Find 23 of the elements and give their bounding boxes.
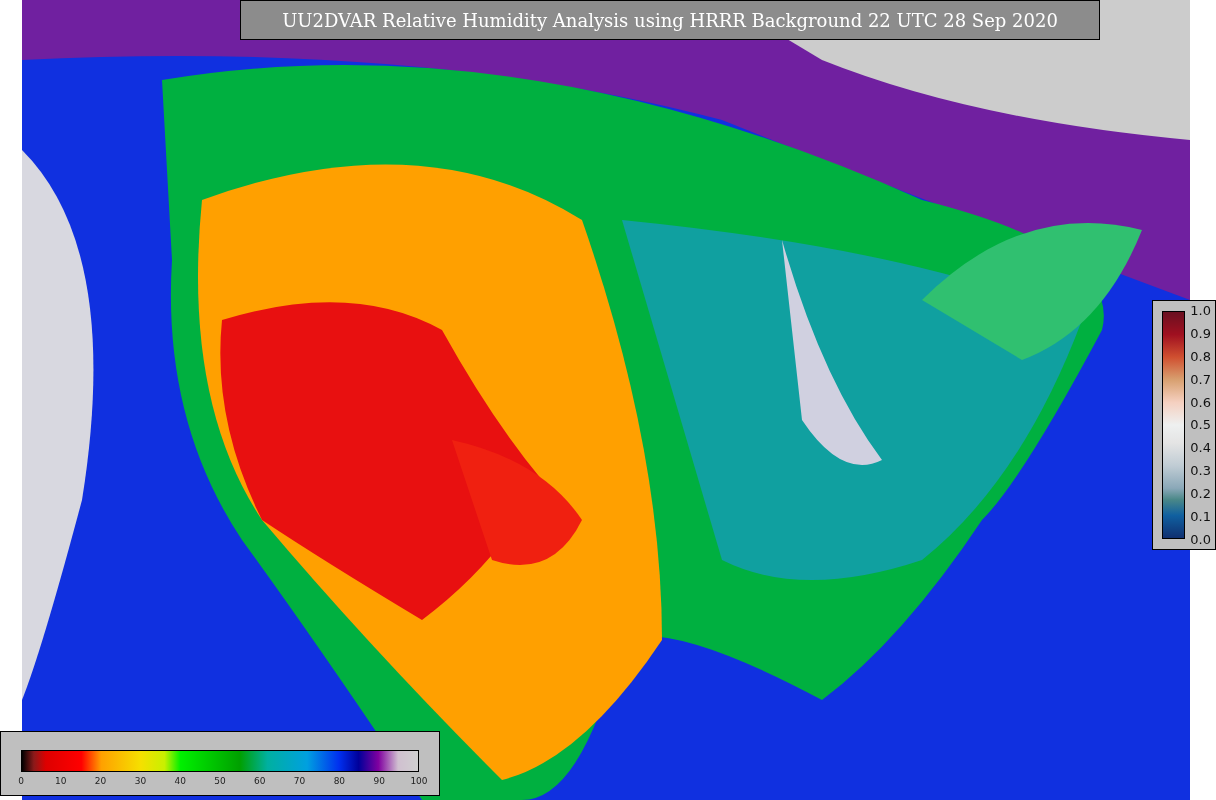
tick-label: 10: [54, 776, 68, 786]
tick-label: 70: [292, 776, 307, 786]
tick-label: 0.0: [1190, 531, 1211, 547]
tick-label: 50: [213, 776, 227, 786]
tick-label: 0.4: [1190, 440, 1211, 456]
tick-label: 80: [332, 776, 347, 786]
tick-label: 100: [409, 776, 429, 786]
tick-label: 20: [93, 776, 108, 786]
map-title: UU2DVAR Relative Humidity Analysis using HRRR Background 22 UTC 28 Sep 2020: [240, 0, 1100, 40]
tick-label: 0.3: [1190, 463, 1211, 479]
tick-label: 0.8: [1190, 348, 1211, 364]
tick-label: 90: [372, 776, 386, 786]
tick-label: 0.5: [1190, 417, 1211, 433]
tick-label: 0.1: [1190, 509, 1211, 524]
tick-label: 0.2: [1190, 486, 1211, 502]
tick-label: 1.0: [1190, 303, 1211, 318]
tick-label: 40: [173, 776, 187, 786]
tick-label: 0: [17, 776, 25, 786]
tick-label: 0.7: [1190, 371, 1211, 387]
tick-label: 60: [253, 776, 267, 786]
tick-label: 0.6: [1190, 394, 1211, 410]
tick-label: 30: [133, 776, 148, 786]
tick-label: 0.9: [1190, 325, 1211, 341]
